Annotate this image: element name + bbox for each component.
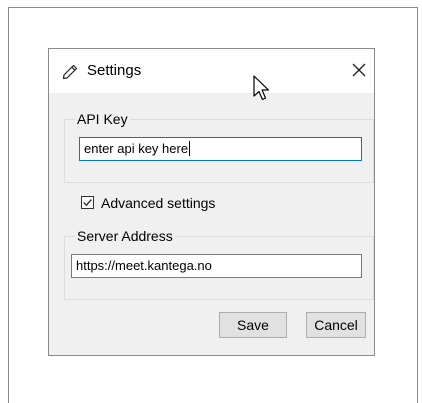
api-key-input[interactable]: enter api key here — [79, 137, 362, 161]
server-address-value: https://meet.kantega.no — [76, 258, 212, 273]
advanced-settings-checkbox[interactable] — [81, 196, 94, 209]
server-address-label: Server Address — [75, 228, 175, 244]
api-key-group: API Key enter api key here — [64, 111, 374, 183]
server-address-input[interactable]: https://meet.kantega.no — [71, 254, 362, 278]
pencil-icon — [62, 64, 78, 80]
mouse-pointer-icon — [252, 75, 272, 103]
api-key-value: enter api key here — [84, 141, 189, 156]
save-button[interactable]: Save — [219, 312, 287, 338]
server-address-group: Server Address https://meet.kantega.no — [64, 228, 374, 300]
checkmark-icon — [83, 199, 92, 207]
close-icon — [352, 63, 366, 77]
close-button[interactable] — [348, 59, 370, 81]
cancel-button[interactable]: Cancel — [306, 312, 366, 338]
dialog-title: Settings — [87, 62, 142, 79]
settings-dialog: Settings API Key enter api key here Adva… — [48, 48, 375, 356]
advanced-settings-label: Advanced settings — [101, 195, 216, 211]
api-key-label: API Key — [75, 111, 130, 127]
dialog-titlebar[interactable]: Settings — [49, 49, 374, 93]
text-caret — [189, 141, 191, 156]
